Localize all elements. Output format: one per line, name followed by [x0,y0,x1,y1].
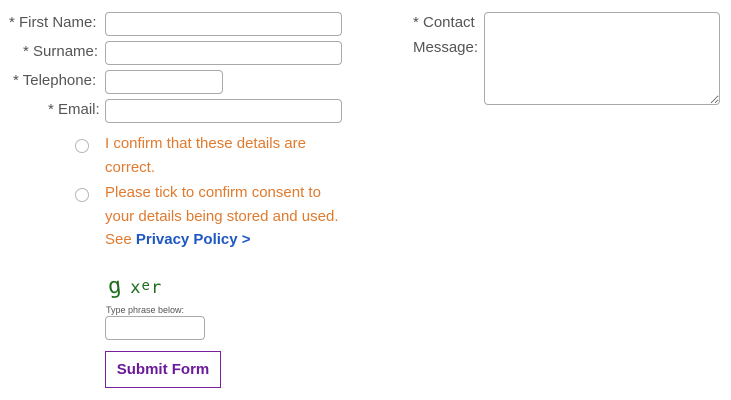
first-name-label: * First Name: [9,14,97,31]
telephone-input[interactable] [105,70,223,94]
privacy-policy-link[interactable]: Privacy Policy > [136,231,251,248]
store-consent-text-block: Please tick to confirm consent to your d… [105,181,345,252]
captcha-char-2: x [130,278,142,298]
telephone-label: * Telephone: [13,72,97,89]
contact-message-label-line1: * Contact [413,14,475,31]
captcha-input[interactable] [105,316,205,340]
store-consent-radio[interactable] [75,188,89,202]
submit-button[interactable]: Submit Form [105,351,221,388]
captcha-hint: Type phrase below: [106,305,185,315]
captcha-char-4: r [150,278,163,298]
first-name-input[interactable] [105,12,342,36]
email-input[interactable] [105,99,342,123]
contact-message-textarea[interactable] [484,12,720,105]
surname-input[interactable] [105,41,342,65]
captcha-char-3: e [141,278,151,294]
email-label: * Email: [48,101,100,118]
confirm-details-text: I confirm that these details are correct… [105,135,306,176]
captcha-image: g xer [106,273,163,300]
surname-label: * Surname: [23,43,99,60]
contact-message-label-line2: Message: [413,39,479,56]
captcha-char-1: g [106,273,124,300]
confirm-details-radio[interactable] [75,139,89,153]
